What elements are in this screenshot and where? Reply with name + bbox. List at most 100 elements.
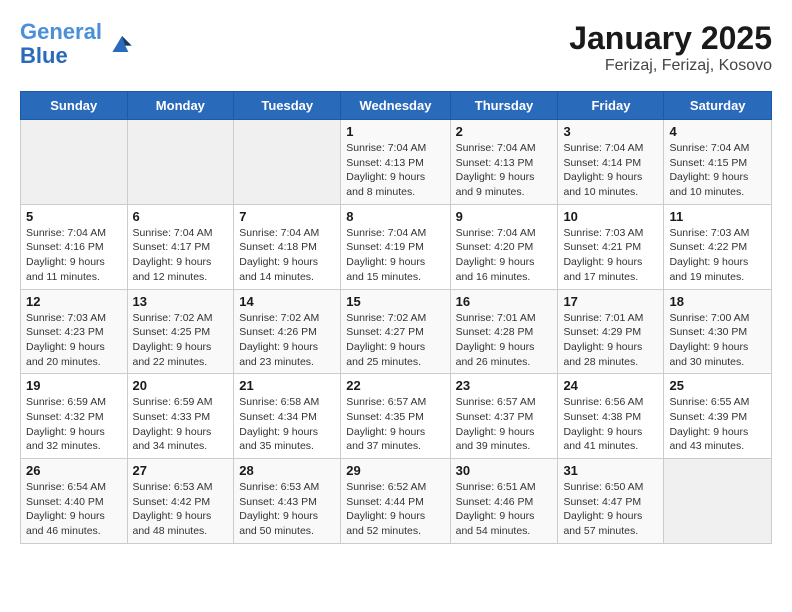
calendar-week-row: 19 Sunrise: 6:59 AM Sunset: 4:32 PM Dayli… [21,374,772,459]
day-number: 16 [456,294,553,309]
day-number: 27 [133,463,229,478]
day-number: 13 [133,294,229,309]
calendar-header: SundayMondayTuesdayWednesdayThursdayFrid… [21,92,772,120]
calendar-cell: 20 Sunrise: 6:59 AM Sunset: 4:33 PM Dayli… [127,374,234,459]
weekday-header: Friday [558,92,664,120]
weekday-header: Monday [127,92,234,120]
day-info: Sunrise: 6:52 AM Sunset: 4:44 PM Dayligh… [346,480,444,539]
calendar-cell: 17 Sunrise: 7:01 AM Sunset: 4:29 PM Dayli… [558,289,664,374]
day-info: Sunrise: 7:04 AM Sunset: 4:20 PM Dayligh… [456,226,553,285]
calendar-week-row: 1 Sunrise: 7:04 AM Sunset: 4:13 PM Daylig… [21,120,772,205]
day-number: 7 [239,209,335,224]
calendar-cell: 28 Sunrise: 6:53 AM Sunset: 4:43 PM Dayli… [234,459,341,544]
day-info: Sunrise: 6:57 AM Sunset: 4:35 PM Dayligh… [346,395,444,454]
calendar-cell: 16 Sunrise: 7:01 AM Sunset: 4:28 PM Dayli… [450,289,558,374]
day-number: 23 [456,378,553,393]
day-info: Sunrise: 7:01 AM Sunset: 4:29 PM Dayligh… [563,311,658,370]
page-header: GeneralBlue January 2025 Ferizaj, Feriza… [20,20,772,75]
day-info: Sunrise: 7:04 AM Sunset: 4:18 PM Dayligh… [239,226,335,285]
day-info: Sunrise: 7:04 AM Sunset: 4:15 PM Dayligh… [669,141,766,200]
day-number: 25 [669,378,766,393]
day-number: 30 [456,463,553,478]
weekday-header: Sunday [21,92,128,120]
calendar-cell [234,120,341,205]
day-info: Sunrise: 6:56 AM Sunset: 4:38 PM Dayligh… [563,395,658,454]
day-info: Sunrise: 7:04 AM Sunset: 4:13 PM Dayligh… [456,141,553,200]
calendar-cell [21,120,128,205]
month-title: January 2025 [569,20,772,57]
day-info: Sunrise: 7:04 AM Sunset: 4:13 PM Dayligh… [346,141,444,200]
day-number: 20 [133,378,229,393]
day-number: 1 [346,124,444,139]
day-info: Sunrise: 6:55 AM Sunset: 4:39 PM Dayligh… [669,395,766,454]
day-number: 31 [563,463,658,478]
day-info: Sunrise: 7:04 AM Sunset: 4:16 PM Dayligh… [26,226,122,285]
calendar-cell: 29 Sunrise: 6:52 AM Sunset: 4:44 PM Dayli… [341,459,450,544]
day-number: 14 [239,294,335,309]
calendar-cell: 2 Sunrise: 7:04 AM Sunset: 4:13 PM Daylig… [450,120,558,205]
day-info: Sunrise: 7:03 AM Sunset: 4:21 PM Dayligh… [563,226,658,285]
calendar-cell: 4 Sunrise: 7:04 AM Sunset: 4:15 PM Daylig… [664,120,772,205]
weekday-header: Wednesday [341,92,450,120]
day-number: 2 [456,124,553,139]
day-info: Sunrise: 7:04 AM Sunset: 4:19 PM Dayligh… [346,226,444,285]
day-info: Sunrise: 6:54 AM Sunset: 4:40 PM Dayligh… [26,480,122,539]
logo-icon [106,28,138,60]
day-number: 18 [669,294,766,309]
day-info: Sunrise: 6:53 AM Sunset: 4:43 PM Dayligh… [239,480,335,539]
logo: GeneralBlue [20,20,138,68]
calendar-cell: 3Sunrise: 7:04 AM Sunset: 4:14 PM Daylig… [558,120,664,205]
calendar-cell: 26 Sunrise: 6:54 AM Sunset: 4:40 PM Dayli… [21,459,128,544]
day-number: 3 [563,124,658,139]
title-block: January 2025 Ferizaj, Ferizaj, Kosovo [569,20,772,75]
day-info: Sunrise: 6:53 AM Sunset: 4:42 PM Dayligh… [133,480,229,539]
day-number: 28 [239,463,335,478]
logo-text: GeneralBlue [20,20,102,68]
day-number: 15 [346,294,444,309]
weekday-row: SundayMondayTuesdayWednesdayThursdayFrid… [21,92,772,120]
calendar-cell: 22 Sunrise: 6:57 AM Sunset: 4:35 PM Dayli… [341,374,450,459]
calendar-cell: 27 Sunrise: 6:53 AM Sunset: 4:42 PM Dayli… [127,459,234,544]
calendar-cell: 9Sunrise: 7:04 AM Sunset: 4:20 PM Daylig… [450,204,558,289]
calendar-week-row: 12Sunrise: 7:03 AM Sunset: 4:23 PM Dayli… [21,289,772,374]
day-info: Sunrise: 7:02 AM Sunset: 4:27 PM Dayligh… [346,311,444,370]
day-number: 29 [346,463,444,478]
day-number: 6 [133,209,229,224]
calendar-cell [664,459,772,544]
day-info: Sunrise: 7:01 AM Sunset: 4:28 PM Dayligh… [456,311,553,370]
day-info: Sunrise: 7:00 AM Sunset: 4:30 PM Dayligh… [669,311,766,370]
day-info: Sunrise: 6:59 AM Sunset: 4:33 PM Dayligh… [133,395,229,454]
calendar-cell: 11Sunrise: 7:03 AM Sunset: 4:22 PM Dayli… [664,204,772,289]
calendar-cell: 21Sunrise: 6:58 AM Sunset: 4:34 PM Dayli… [234,374,341,459]
calendar-cell: 19 Sunrise: 6:59 AM Sunset: 4:32 PM Dayli… [21,374,128,459]
calendar-body: 1 Sunrise: 7:04 AM Sunset: 4:13 PM Daylig… [21,120,772,544]
day-number: 26 [26,463,122,478]
day-number: 12 [26,294,122,309]
day-info: Sunrise: 6:58 AM Sunset: 4:34 PM Dayligh… [239,395,335,454]
day-number: 24 [563,378,658,393]
weekday-header: Tuesday [234,92,341,120]
calendar-cell: 15 Sunrise: 7:02 AM Sunset: 4:27 PM Dayli… [341,289,450,374]
day-number: 22 [346,378,444,393]
calendar-cell: 30 Sunrise: 6:51 AM Sunset: 4:46 PM Dayli… [450,459,558,544]
calendar-cell: 13 Sunrise: 7:02 AM Sunset: 4:25 PM Dayli… [127,289,234,374]
day-info: Sunrise: 6:57 AM Sunset: 4:37 PM Dayligh… [456,395,553,454]
day-number: 11 [669,209,766,224]
calendar-week-row: 26 Sunrise: 6:54 AM Sunset: 4:40 PM Dayli… [21,459,772,544]
day-info: Sunrise: 6:59 AM Sunset: 4:32 PM Dayligh… [26,395,122,454]
day-info: Sunrise: 7:02 AM Sunset: 4:25 PM Dayligh… [133,311,229,370]
day-info: Sunrise: 6:50 AM Sunset: 4:47 PM Dayligh… [563,480,658,539]
calendar-cell: 7 Sunrise: 7:04 AM Sunset: 4:18 PM Daylig… [234,204,341,289]
weekday-header: Thursday [450,92,558,120]
calendar-cell: 18 Sunrise: 7:00 AM Sunset: 4:30 PM Dayli… [664,289,772,374]
day-number: 19 [26,378,122,393]
calendar-cell: 24 Sunrise: 6:56 AM Sunset: 4:38 PM Dayli… [558,374,664,459]
day-number: 8 [346,209,444,224]
day-info: Sunrise: 6:51 AM Sunset: 4:46 PM Dayligh… [456,480,553,539]
day-number: 4 [669,124,766,139]
calendar-cell: 31 Sunrise: 6:50 AM Sunset: 4:47 PM Dayli… [558,459,664,544]
calendar-cell: 12Sunrise: 7:03 AM Sunset: 4:23 PM Dayli… [21,289,128,374]
weekday-header: Saturday [664,92,772,120]
day-number: 17 [563,294,658,309]
calendar-table: SundayMondayTuesdayWednesdayThursdayFrid… [20,91,772,544]
